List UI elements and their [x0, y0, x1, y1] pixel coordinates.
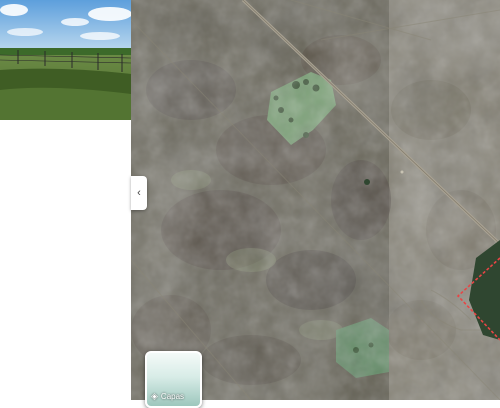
- place-photo[interactable]: [0, 0, 131, 120]
- satellite-map-imagery: [131, 0, 500, 400]
- chevron-left-icon: ‹: [137, 186, 141, 199]
- collapse-panel-button[interactable]: ‹: [131, 176, 147, 210]
- layers-button[interactable]: ◈ Capas: [145, 351, 202, 408]
- satellite-map[interactable]: [131, 0, 500, 400]
- side-panel: [0, 0, 131, 400]
- place-photo-image: [0, 0, 131, 120]
- layers-icon: ◈: [151, 391, 158, 401]
